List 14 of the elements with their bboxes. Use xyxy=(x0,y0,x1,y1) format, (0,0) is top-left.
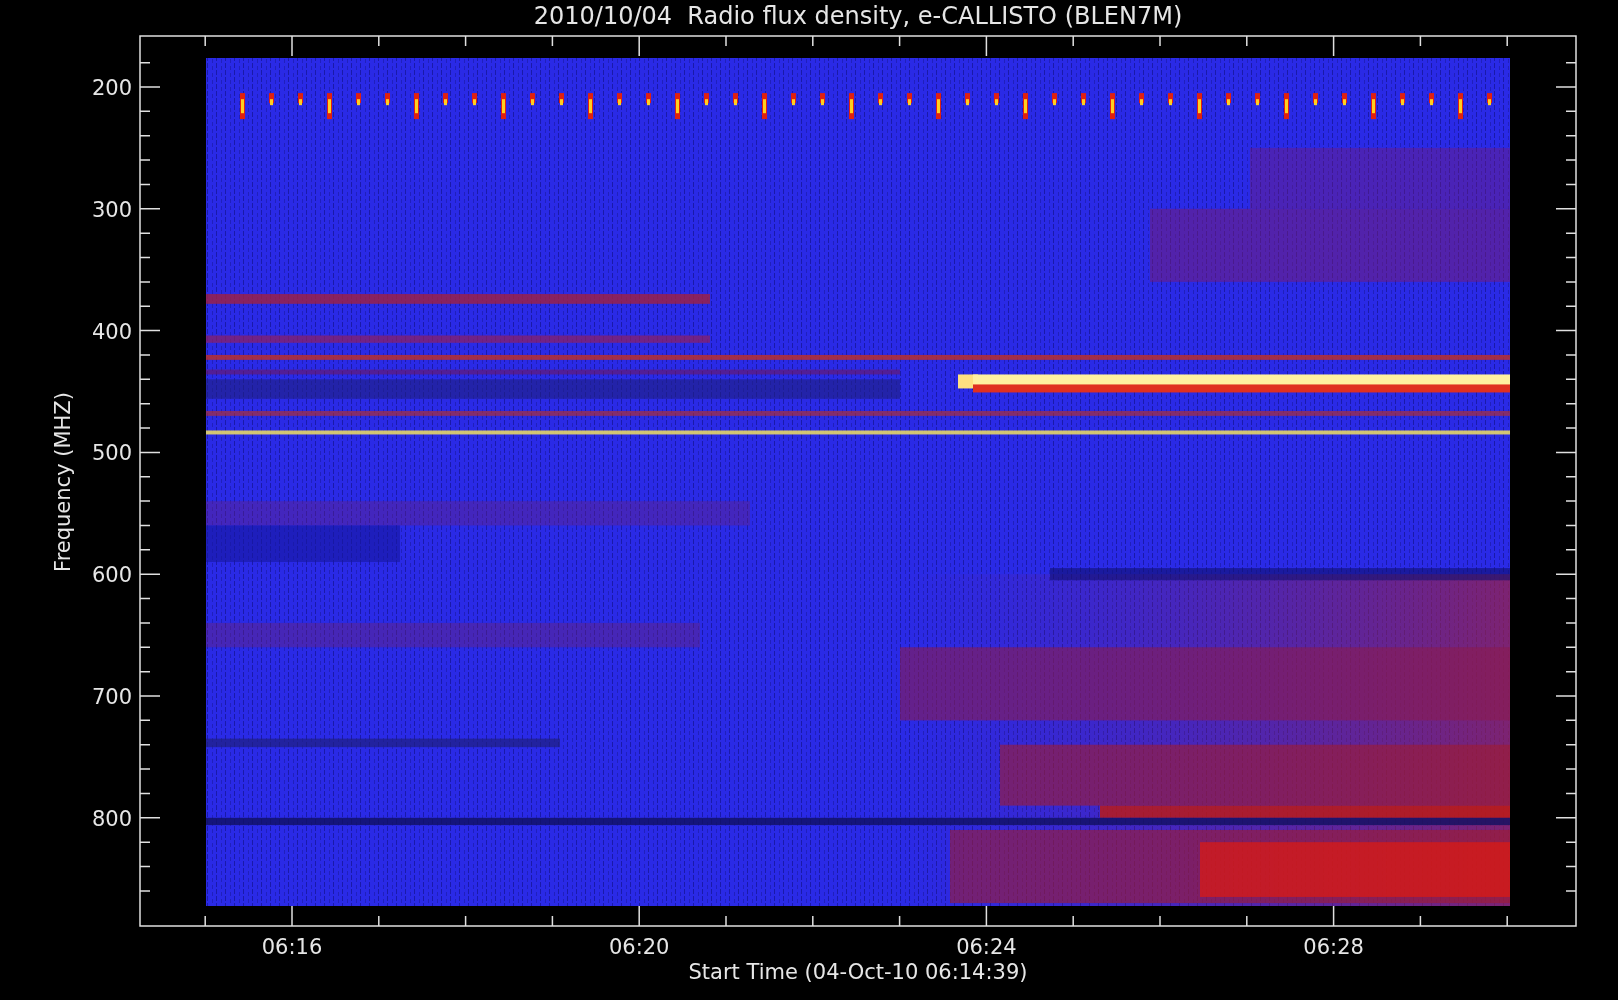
y-tick-label: 600 xyxy=(91,563,132,588)
y-tick-label: 300 xyxy=(91,197,132,222)
y-tick-label: 400 xyxy=(91,319,132,344)
x-tick-label: 06:28 xyxy=(1303,935,1364,959)
y-tick-label: 700 xyxy=(91,685,132,709)
y-tick-label: 200 xyxy=(91,76,132,100)
plot-title: 2010/10/04 Radio flux density, e-CALLISTO (BLEN7M) xyxy=(533,2,1183,30)
y-axis-label: Frequency (MHZ) xyxy=(51,392,75,572)
x-tick-label: 06:20 xyxy=(608,935,670,959)
y-tick-label: 800 xyxy=(91,806,132,831)
x-tick-label: 06:16 xyxy=(261,935,323,959)
x-tick-label: 06:24 xyxy=(956,935,1017,959)
y-tick-label: 500 xyxy=(91,441,132,466)
x-axis-label: Start Time (04-Oct-10 06:14:39) xyxy=(688,960,1028,984)
